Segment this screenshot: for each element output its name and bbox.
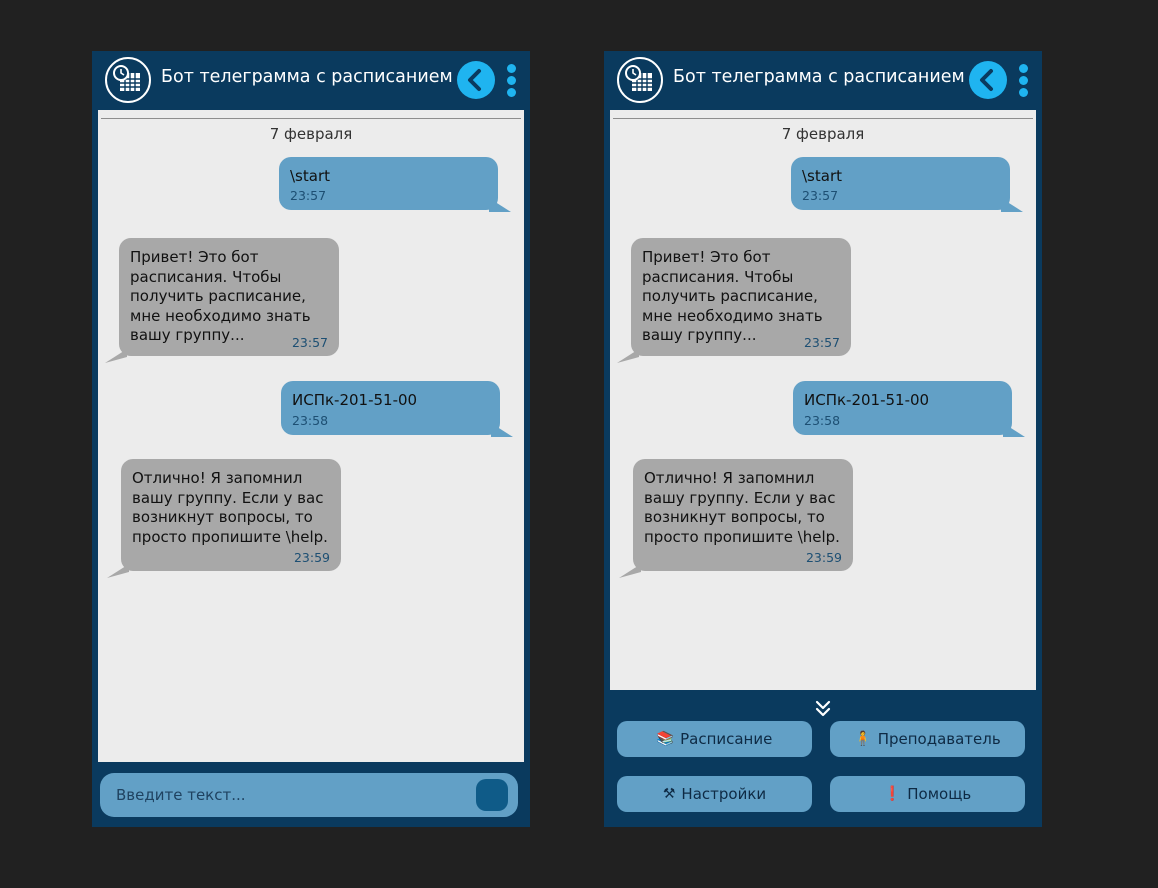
message-outgoing[interactable]: \start 23:57	[791, 157, 1023, 212]
message-text: Привет! Это бот расписания. Чтобы получи…	[130, 248, 311, 344]
chevron-left-icon	[980, 69, 993, 91]
message-time: 23:57	[803, 334, 840, 350]
keyboard-button-label: Настройки	[681, 785, 767, 803]
back-button[interactable]	[969, 61, 1007, 99]
keyboard-button-schedule[interactable]: 📚 Расписание	[617, 721, 812, 757]
message-outgoing[interactable]: ИСПк-201-51-00 23:58	[281, 381, 513, 437]
message-composer	[100, 773, 518, 817]
send-button[interactable]	[476, 779, 508, 811]
divider	[613, 118, 1033, 119]
message-text: \start	[802, 167, 842, 185]
message-text: Отлично! Я запомнил вашу группу. Если у …	[132, 469, 328, 546]
message-time: 23:59	[805, 549, 842, 565]
keyboard-button-settings[interactable]: ⚒ Настройки	[617, 776, 812, 812]
chat-title: Бот телеграмма с расписанием	[673, 67, 965, 87]
more-menu-button[interactable]	[505, 64, 517, 98]
keyboard-button-help[interactable]: ❗ Помощь	[830, 776, 1025, 812]
message-incoming[interactable]: Привет! Это бот расписания. Чтобы получи…	[617, 238, 851, 363]
chat-title: Бот телеграмма с расписанием	[161, 67, 453, 87]
calendar-clock-icon	[105, 57, 151, 103]
app-header: Бот телеграмма с расписанием	[92, 51, 530, 109]
tools-icon: ⚒	[662, 786, 676, 802]
date-separator: 7 февраля	[269, 125, 353, 143]
keyboard-button-label: Расписание	[680, 730, 773, 748]
message-incoming[interactable]: Привет! Это бот расписания. Чтобы получи…	[105, 238, 339, 363]
collapse-keyboard-button[interactable]	[812, 699, 834, 719]
more-menu-button[interactable]	[1017, 64, 1029, 98]
exclamation-icon: ❗	[883, 786, 902, 802]
message-text: ИСПк-201-51-00	[804, 391, 930, 409]
message-time: 23:59	[293, 549, 330, 565]
books-icon: 📚	[656, 731, 675, 747]
double-chevron-down-icon	[815, 700, 831, 717]
message-time: 23:58	[292, 412, 329, 428]
app-header: Бот телеграмма с расписанием	[604, 51, 1042, 109]
message-time: 23:57	[802, 187, 839, 203]
chevron-left-icon	[468, 69, 481, 91]
message-text: ИСПк-201-51-00	[292, 391, 418, 409]
calendar-clock-icon	[617, 57, 663, 103]
keyboard-button-teacher[interactable]: 🧍 Преподаватель	[830, 721, 1025, 757]
chat-area[interactable]: 7 февраля \start 23:57 Привет! Это бот р…	[610, 110, 1036, 690]
chat-area[interactable]: 7 февраля \start 23:57 Привет! Это бот р…	[98, 110, 524, 762]
message-incoming[interactable]: Отлично! Я запомнил вашу группу. Если у …	[107, 459, 341, 578]
keyboard-button-label: Помощь	[907, 785, 972, 803]
message-text: \start	[290, 167, 330, 185]
message-outgoing[interactable]: ИСПк-201-51-00 23:58	[793, 381, 1025, 437]
message-input[interactable]	[100, 773, 470, 817]
message-text: Привет! Это бот расписания. Чтобы получи…	[642, 248, 823, 344]
message-time: 23:57	[291, 334, 328, 350]
phone-screen-keyboard: Бот телеграмма с расписанием 7 февраля \…	[604, 51, 1042, 827]
message-outgoing[interactable]: \start 23:57	[279, 157, 511, 212]
date-separator: 7 февраля	[781, 125, 865, 143]
phone-screen-chat: Бот телеграмма с расписанием 7 февраля \…	[92, 51, 530, 827]
person-icon: 🧍	[854, 731, 872, 747]
back-button[interactable]	[457, 61, 495, 99]
keyboard-button-label: Преподаватель	[877, 730, 1001, 748]
divider	[101, 118, 521, 119]
message-incoming[interactable]: Отлично! Я запомнил вашу группу. Если у …	[619, 459, 853, 578]
message-time: 23:58	[804, 412, 841, 428]
message-time: 23:57	[290, 187, 327, 203]
message-text: Отлично! Я запомнил вашу группу. Если у …	[644, 469, 840, 546]
